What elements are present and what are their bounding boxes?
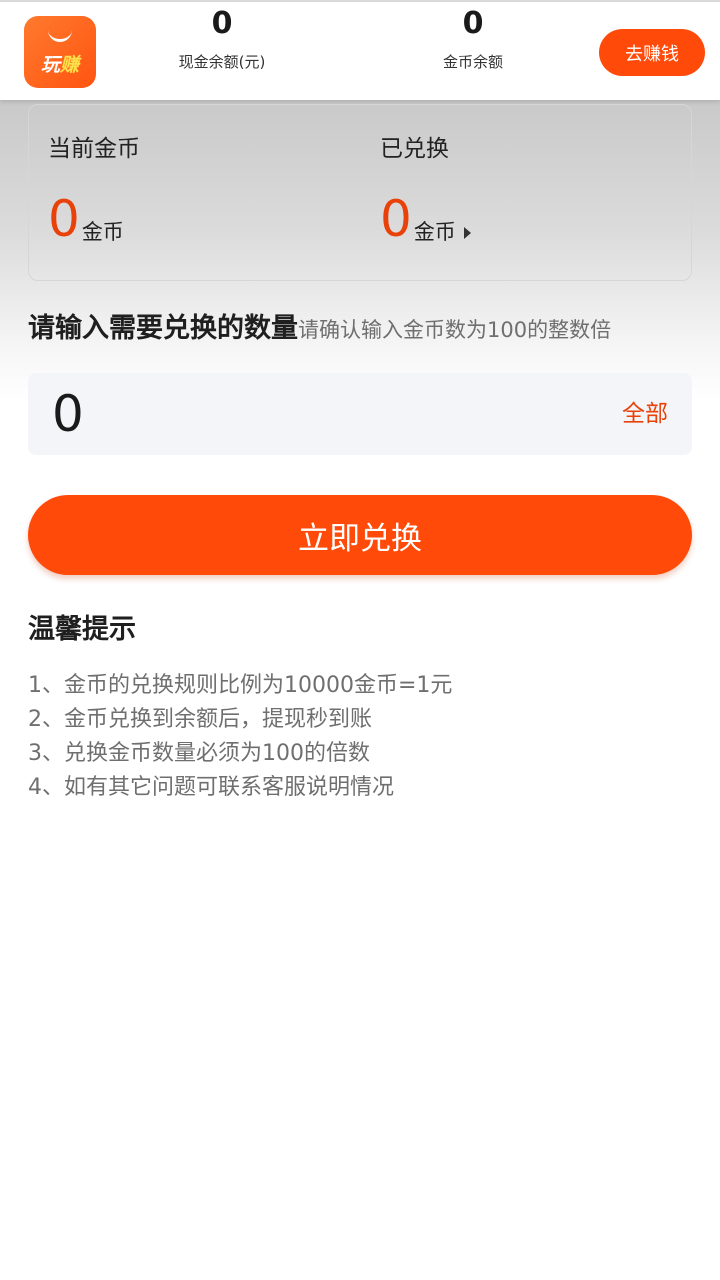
- cash-balance-stat: 0 现金余额(元): [150, 4, 294, 80]
- current-coins-value: 0: [48, 190, 80, 248]
- exchanged-coins-title: 已兑换: [380, 136, 449, 162]
- prompt-sub-text: 请确认输入金币数为100的整数倍: [298, 318, 612, 342]
- current-coins-unit: 金币: [81, 220, 124, 244]
- chevron-right-icon[interactable]: [463, 227, 471, 239]
- coin-balance-stat: 0 金币余额: [410, 4, 536, 80]
- exchanged-coins-section[interactable]: 已兑换 0 金币: [380, 133, 471, 247]
- prompt-main-text: 请输入需要兑换的数量: [28, 313, 298, 344]
- amount-input-box: 全部: [28, 373, 692, 455]
- smile-icon: [48, 28, 72, 42]
- tip-item: 3、兑换金币数量必须为100的倍数: [28, 741, 370, 766]
- select-all-button[interactable]: 全部: [622, 397, 668, 431]
- coin-balance-label: 金币余额: [442, 53, 503, 71]
- exchanged-coins-unit: 金币: [413, 220, 456, 244]
- app-logo[interactable]: 玩赚: [24, 16, 96, 88]
- tips-list: 1、金币的兑换规则比例为10000金币=1元 2、金币兑换到余额后，提现秒到账 …: [28, 669, 698, 805]
- top-header: 玩赚 0 现金余额(元) 0 金币余额 去赚钱: [0, 0, 720, 100]
- exchanged-coins-value-row[interactable]: 0 金币: [380, 191, 471, 247]
- current-coins-section: 当前金币 0 金币: [48, 133, 140, 247]
- cash-balance-label: 现金余额(元): [178, 53, 266, 71]
- tip-item: 4、如有其它问题可联系客服说明情况: [28, 775, 394, 800]
- go-earn-button[interactable]: 去赚钱: [599, 29, 705, 76]
- tips-title: 温馨提示: [28, 614, 136, 645]
- exchanged-coins-value: 0: [380, 190, 412, 248]
- exchange-amount-prompt: 请输入需要兑换的数量请确认输入金币数为100的整数倍: [28, 309, 698, 352]
- logo-text: 玩赚: [40, 54, 80, 76]
- exchange-now-button[interactable]: 立即兑换: [28, 495, 692, 575]
- current-coins-title: 当前金币: [48, 136, 140, 162]
- tip-item: 2、金币兑换到余额后，提现秒到账: [28, 707, 372, 732]
- coin-summary-card: 当前金币 0 金币 已兑换 0 金币: [28, 104, 692, 281]
- cash-balance-value: 0: [211, 6, 233, 41]
- coin-balance-value: 0: [462, 6, 484, 41]
- exchange-amount-input[interactable]: [52, 383, 552, 445]
- current-coins-value-row: 0 金币: [48, 191, 140, 247]
- tip-item: 1、金币的兑换规则比例为10000金币=1元: [28, 673, 453, 698]
